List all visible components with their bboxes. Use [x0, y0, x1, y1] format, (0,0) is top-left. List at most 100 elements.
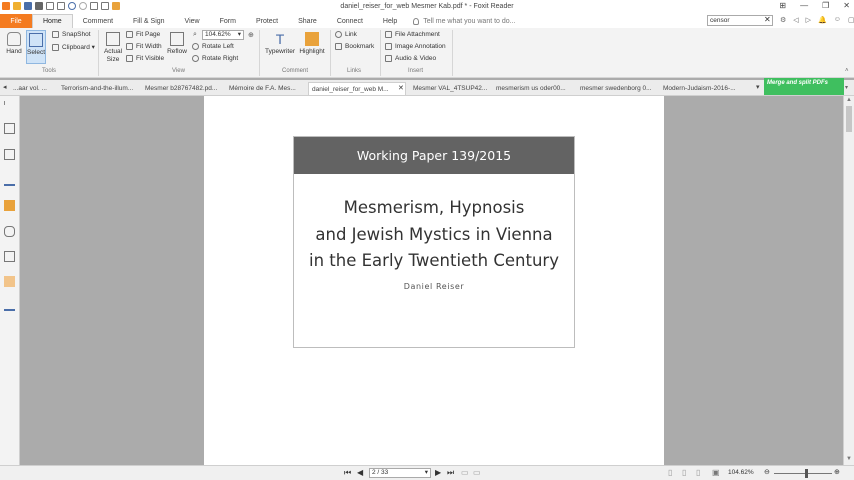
file-attachment-button[interactable]: File Attachment [385, 31, 440, 38]
collapse-ribbon-icon[interactable]: ˄ [845, 68, 849, 74]
menu-file[interactable]: File [0, 14, 32, 28]
tab-document[interactable]: Mesmer b28767482.pd... [142, 82, 222, 95]
clear-search-icon[interactable]: ✕ [764, 15, 771, 24]
tab-document-active[interactable]: daniel_reiser_for_web M... [308, 82, 406, 95]
tell-me[interactable]: Tell me what you want to do... [413, 17, 516, 25]
scroll-down-icon[interactable]: ▼ [846, 456, 852, 462]
fit-width-button[interactable]: Fit Width [126, 43, 162, 50]
merge-split-banner[interactable]: Merge and split PDFs [764, 78, 844, 95]
zoom-in-icon[interactable]: ⊕ [248, 31, 254, 39]
links-group-label: Links [347, 68, 362, 74]
layers-icon[interactable] [4, 200, 15, 211]
title-line: and Jewish Mystics in Vienna [315, 224, 553, 244]
tab-document[interactable]: mesmer swedenborg 0... [577, 82, 657, 95]
fullscreen-icon[interactable]: ▣ [712, 468, 720, 477]
tab-scroll-left-icon[interactable]: ◂ [3, 83, 7, 91]
search-settings-icon[interactable]: ⚙ [780, 16, 786, 24]
menu-fill-sign[interactable]: Fill & Sign [123, 14, 175, 28]
next-page-icon[interactable]: ▶ [435, 468, 441, 477]
signature-icon[interactable] [4, 175, 15, 186]
menu-connect[interactable]: Connect [327, 14, 373, 28]
bookmark-button[interactable]: Bookmark [335, 43, 374, 50]
fit-visible-button[interactable]: Fit Visible [126, 55, 164, 62]
insert-group-label: Insert [408, 68, 424, 74]
attachment-icon[interactable] [4, 226, 15, 237]
tab-document[interactable]: Terrorism-and-the-illum... [58, 82, 138, 95]
menu-home[interactable]: Home [32, 14, 73, 28]
lock-icon[interactable] [4, 276, 15, 287]
image-icon [385, 43, 392, 50]
menu-view[interactable]: View [175, 14, 210, 28]
separator [98, 30, 99, 76]
rotate-right-button[interactable]: Rotate Right [192, 55, 238, 62]
zoom-slider-handle[interactable] [805, 469, 808, 478]
scroll-thumb[interactable] [846, 106, 852, 132]
actual-size-icon [106, 32, 120, 46]
ribbon-options-icon[interactable]: ▢ [848, 16, 854, 24]
menu-form[interactable]: Form [210, 14, 246, 28]
scroll-down-small-icon[interactable]: ▾ [845, 84, 848, 91]
security-icon[interactable] [4, 251, 15, 262]
first-page-icon[interactable]: ⏮ [344, 468, 351, 478]
document-viewer[interactable]: Working Paper 139/2015 Mesmerism, Hypnos… [20, 96, 843, 465]
tab-document[interactable]: ...aar vol. ... [10, 82, 56, 95]
fit-page-button[interactable]: Fit Page [126, 31, 160, 38]
vertical-scrollbar[interactable]: ▲ ▼ [843, 96, 854, 465]
menu-protect[interactable]: Protect [246, 14, 288, 28]
paperclip-icon [385, 31, 392, 38]
highlight-button[interactable]: Highlight [298, 32, 326, 55]
working-paper-header: Working Paper 139/2015 [294, 137, 574, 174]
rotate-left-button[interactable]: Rotate Left [192, 43, 234, 50]
tab-list-icon[interactable]: ▾ [756, 83, 760, 91]
page-number-input[interactable]: 2 / 33 ▾ [369, 468, 431, 478]
audio-video-button[interactable]: Audio & Video [385, 55, 436, 62]
zoom-level: 104.62% [728, 469, 754, 476]
bookmarks-icon[interactable] [4, 149, 15, 160]
select-tool-button[interactable]: Select [26, 30, 46, 64]
actual-size-button[interactable]: Actual Size [102, 32, 124, 64]
typewriter-button[interactable]: T Typewriter [264, 32, 296, 55]
search-prev-icon[interactable]: ◁ [793, 16, 798, 24]
collapse-panel-icon[interactable] [4, 101, 8, 105]
minimize-button[interactable]: — [800, 1, 808, 10]
close-tab-icon[interactable]: ✕ [398, 84, 404, 92]
separator [380, 30, 381, 76]
last-page-icon[interactable]: ⏭ [447, 468, 454, 478]
menu-share[interactable]: Share [288, 14, 327, 28]
notifications-icon[interactable]: 🔔 [818, 16, 827, 24]
tab-document[interactable]: Modern-Judaism-2016-... [660, 82, 740, 95]
hand-tool-button[interactable]: Hand [4, 32, 24, 55]
link-button[interactable]: Link [335, 31, 357, 38]
page-view-icon[interactable]: ▭ [461, 468, 469, 477]
previous-page-icon[interactable]: ◀ [357, 468, 363, 477]
page-view-icon[interactable]: ▭ [473, 468, 481, 477]
tab-document[interactable]: Mémoire de F.A. Mes... [226, 82, 304, 95]
single-page-icon[interactable]: ▯ [668, 468, 672, 477]
page-thumbnails-icon[interactable] [4, 123, 15, 134]
maximize-button[interactable]: ❐ [822, 1, 829, 10]
snapshot-button[interactable]: SnapShot [52, 31, 91, 38]
restore-panel-icon[interactable]: ⊞ [779, 1, 786, 10]
scroll-up-icon[interactable]: ▲ [846, 97, 852, 103]
user-icon[interactable]: ☺ [834, 16, 841, 24]
lightbulb-icon [413, 17, 420, 25]
reflow-button[interactable]: Reflow [166, 32, 188, 55]
close-button[interactable]: ✕ [843, 1, 850, 10]
tab-document[interactable]: mesmerism us oder00... [493, 82, 573, 95]
zoom-magnifier-icon[interactable]: ⌕ [193, 31, 197, 39]
zoom-in-icon[interactable]: ⊕ [834, 468, 840, 476]
zoom-out-icon[interactable]: ⊖ [764, 468, 770, 476]
tools-group-label: Tools [42, 68, 57, 74]
tools-icon[interactable] [4, 300, 15, 311]
search-next-icon[interactable]: ▷ [806, 16, 811, 24]
zoom-slider[interactable] [774, 473, 832, 474]
image-annotation-button[interactable]: Image Annotation [385, 43, 446, 50]
menu-comment[interactable]: Comment [73, 14, 123, 28]
tab-document[interactable]: Mesmer VAL_4TSUP42... [410, 82, 490, 95]
menu-help[interactable]: Help [373, 14, 407, 28]
ribbon: Hand Select SnapShot Clipboard ▾ Tools A… [0, 28, 854, 78]
clipboard-button[interactable]: Clipboard ▾ [52, 43, 95, 51]
zoom-select[interactable]: 104.62% ▾ [202, 30, 244, 40]
facing-icon[interactable]: ▯ [696, 468, 700, 477]
continuous-icon[interactable]: ▯ [682, 468, 686, 477]
